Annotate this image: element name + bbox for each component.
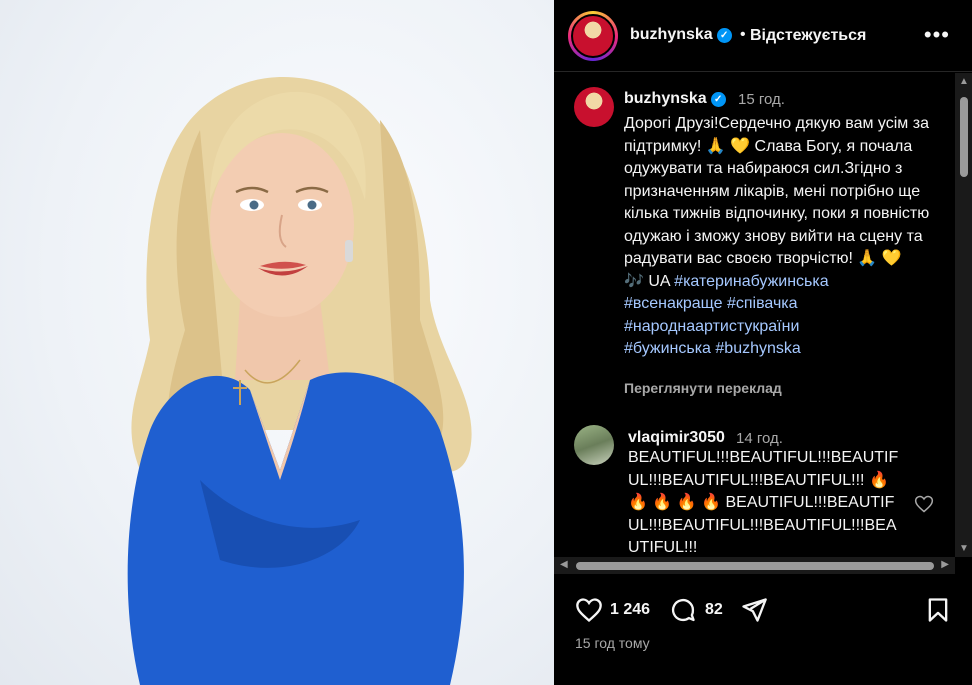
horizontal-scrollbar[interactable]: ◀ ▶ [554,557,955,574]
header-username-text[interactable]: buzhynska [630,26,713,43]
like-heart-icon[interactable] [574,596,604,624]
hashtag-link[interactable]: #всенакраще [624,295,723,312]
caption-text: Дорогі Друзі!Сердечно дякую вам усім за … [624,113,944,361]
horizontal-scroll-thumb[interactable] [576,562,934,570]
comment-username[interactable]: vlaqimir3050 [628,429,725,447]
verified-badge-icon: ✓ [710,92,726,107]
like-count[interactable]: 1 246 [610,601,650,619]
caption-time: 15 год. [738,91,785,108]
scroll-right-arrow-icon[interactable]: ▶ [941,559,949,570]
avatar-image [571,14,615,58]
vertical-scroll-thumb[interactable] [960,97,968,177]
share-send-icon[interactable] [739,596,769,624]
comment-count[interactable]: 82 [705,601,723,619]
caption-prefix: 🎶 UA [624,272,670,290]
header-avatar[interactable] [568,11,618,61]
post-detail-panel: buzhynska ✓ • Відстежується ••• buzhynska… [554,0,972,685]
verified-badge-icon: ✓ [716,28,732,43]
caption-avatar[interactable] [574,87,614,127]
comment-text: BEAUTIFUL!!!BEAUTIFUL!!!BEAUTIFUL!!!BEAU… [628,449,899,556]
header-username[interactable]: buzhynska ✓ [630,26,732,44]
post-actions: 1 246 82 [554,588,972,632]
post-header: buzhynska ✓ • Відстежується ••• [554,0,972,72]
vertical-scrollbar[interactable]: ▲ ▼ [955,73,972,557]
header-separator: • [740,26,746,43]
comments-scroll-area[interactable]: buzhynska ✓ 15 год. Дорогі Друзі!Сердечно… [554,73,972,557]
caption-username-text[interactable]: buzhynska [624,90,707,107]
scroll-down-arrow-icon[interactable]: ▼ [959,543,969,554]
more-options-icon[interactable]: ••• [924,22,950,48]
comment-avatar[interactable] [574,425,614,465]
comment-time: 14 год. [736,430,783,447]
scroll-left-arrow-icon[interactable]: ◀ [560,559,568,570]
bookmark-save-icon[interactable] [924,596,952,624]
hashtag-link[interactable]: #катеринабужинська [674,273,828,290]
follow-status-button[interactable]: Відстежується [750,27,866,45]
posted-time: 15 год тому [575,635,650,651]
hashtag-link[interactable]: #buzhynska [715,340,800,357]
comment-like-heart-icon[interactable] [914,494,934,514]
hashtag-link[interactable]: #бужинська [624,340,711,357]
scroll-up-arrow-icon[interactable]: ▲ [959,76,969,87]
caption-username[interactable]: buzhynska ✓ [624,90,726,108]
caption-body: Дорогі Друзі!Сердечно дякую вам усім за … [624,115,930,267]
see-translation-link[interactable]: Переглянути переклад [624,380,782,396]
portrait-illustration [127,77,472,685]
hashtag-link[interactable]: #народнаартистукраїни [624,318,799,335]
post-photo[interactable] [0,0,554,685]
comment-bubble-icon[interactable] [668,596,698,624]
hashtag-link[interactable]: #співачка [727,295,798,312]
